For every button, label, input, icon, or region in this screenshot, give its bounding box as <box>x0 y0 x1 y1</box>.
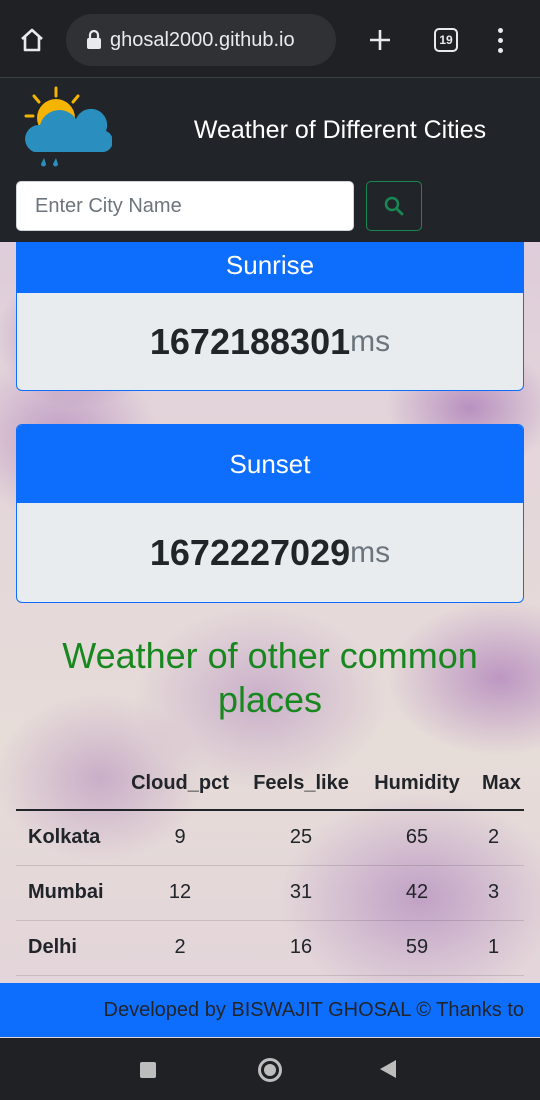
city-cell: Delhi <box>16 920 120 976</box>
column-header-max: Max <box>472 758 524 811</box>
system-navigation-bar <box>0 1038 540 1100</box>
sunset-card-body: 1672227029 ms <box>17 503 523 602</box>
table-row: Mumbai 12 31 42 3 <box>16 865 524 921</box>
sun-cloud-rain-icon <box>20 86 113 168</box>
feels-like-cell: 25 <box>240 810 362 866</box>
sunset-value: 1672227029 <box>149 532 351 573</box>
page-title: Weather of Different Cities <box>193 116 487 144</box>
sunrise-card-body: 1672188301 ms <box>17 293 523 390</box>
lock-icon <box>84 30 104 50</box>
sunset-card: Sunset 1672227029 ms <box>16 424 524 603</box>
home-icon[interactable] <box>16 24 48 56</box>
feels-like-cell: 16 <box>240 920 362 976</box>
home-circle-icon[interactable] <box>258 1058 282 1082</box>
back-icon[interactable] <box>380 1060 396 1078</box>
city-search-input[interactable] <box>16 181 354 231</box>
recents-icon[interactable] <box>140 1062 156 1078</box>
sunrise-unit: ms <box>350 325 391 358</box>
feels-like-cell: 31 <box>240 865 362 921</box>
humidity-cell: 42 <box>362 865 472 921</box>
url-text: ghosal2000.github.io <box>110 28 295 51</box>
cloud-pct-cell: 2 <box>120 920 240 976</box>
column-header-cloud-pct: Cloud_pct <box>120 758 240 811</box>
page-footer: Developed by BISWAJIT GHOSAL © Thanks to <box>0 983 540 1037</box>
table-row: Kolkata 9 25 65 2 <box>16 810 524 866</box>
table-header-row: Cloud_pct Feels_like Humidity Max <box>16 758 524 811</box>
weather-table[interactable]: Cloud_pct Feels_like Humidity Max Kolkat… <box>16 758 524 982</box>
address-bar[interactable]: ghosal2000.github.io <box>66 14 336 66</box>
column-header-city <box>16 758 120 811</box>
cloud-pct-cell: 9 <box>120 810 240 866</box>
more-menu-icon[interactable] <box>488 24 512 56</box>
search-icon <box>384 196 404 216</box>
max-cell: 1 <box>472 920 524 976</box>
sunset-unit: ms <box>350 536 391 569</box>
sunrise-value: 1672188301 <box>149 321 351 362</box>
max-cell: 3 <box>472 865 524 921</box>
sunrise-card: Sunrise 1672188301 ms <box>16 222 524 391</box>
cloud-pct-cell: 12 <box>120 865 240 921</box>
column-header-feels-like: Feels_like <box>240 758 362 811</box>
max-cell: 2 <box>472 810 524 866</box>
city-cell: Kolkata <box>16 810 120 866</box>
sunset-card-header: Sunset <box>17 425 523 503</box>
search-button[interactable] <box>366 181 422 231</box>
new-tab-icon[interactable] <box>364 24 396 56</box>
section-title: Weather of other common places <box>62 635 478 720</box>
city-cell: Mumbai <box>16 865 120 921</box>
humidity-cell: 59 <box>362 920 472 976</box>
column-header-humidity: Humidity <box>362 758 472 811</box>
humidity-cell: 65 <box>362 810 472 866</box>
browser-toolbar: ghosal2000.github.io 19 <box>0 0 540 78</box>
tab-switcher-button[interactable]: 19 <box>434 28 458 52</box>
table-row: Delhi 2 16 59 1 <box>16 920 524 976</box>
